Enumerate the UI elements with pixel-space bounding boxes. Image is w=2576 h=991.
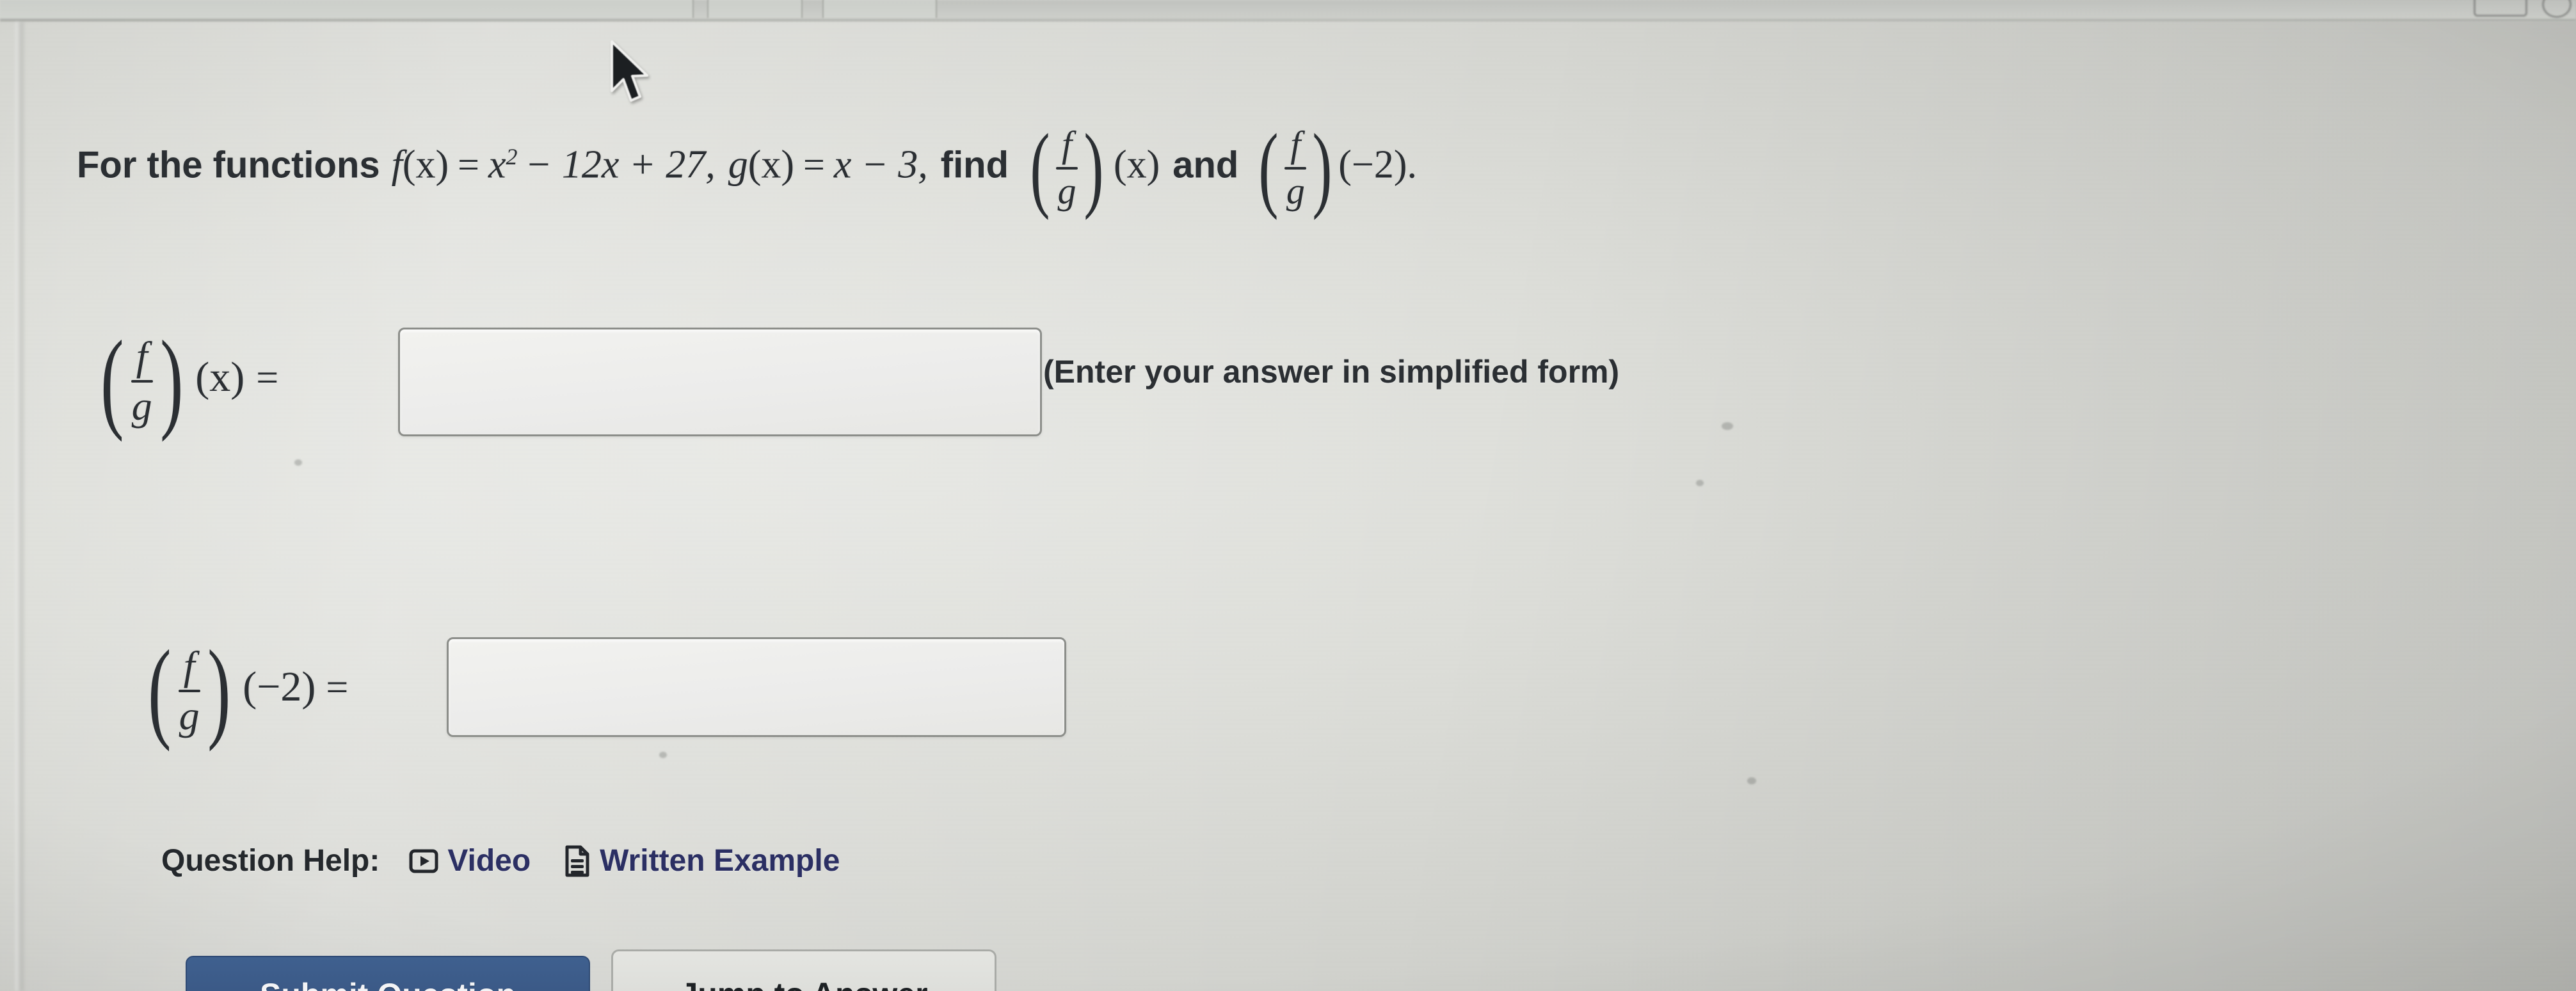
fg-fraction-inline-1: ( f g) <box>1024 115 1110 221</box>
prompt-find-word: find <box>940 144 1009 186</box>
fraction-denominator: g <box>179 692 200 738</box>
open-paren-icon: ( <box>1258 115 1279 221</box>
second-eval-arg: (−2) <box>1338 143 1407 187</box>
equals-sign-f: = <box>458 143 480 186</box>
browser-tab-1[interactable] <box>0 0 694 18</box>
close-paren-icon: ) <box>1312 115 1332 221</box>
written-example-help-link[interactable]: Written Example <box>564 843 840 878</box>
function-f-arg: (x) <box>402 143 449 187</box>
fraction-denominator: g <box>1286 170 1305 212</box>
jump-to-answer-button[interactable]: Jump to Answer <box>611 949 996 991</box>
fg-fraction-inline-2: ( f g) <box>1252 115 1338 221</box>
fraction-denominator: g <box>1057 170 1076 212</box>
screen-dust-speck <box>1722 422 1733 430</box>
written-example-help-label: Written Example <box>600 844 840 878</box>
function-g-arg: (x) <box>748 143 795 187</box>
answer-1-value[interactable] <box>400 329 1040 434</box>
video-help-label: Video <box>447 844 531 878</box>
browser-tab-3[interactable] <box>822 0 937 18</box>
browser-toolbar-chip[interactable] <box>2474 0 2527 17</box>
close-paren-icon: ) <box>207 628 231 752</box>
equals-sign-g: = <box>803 143 825 186</box>
screen-dust-speck <box>1747 777 1756 784</box>
answer-1-input[interactable] <box>398 328 1042 436</box>
fraction-numerator: f <box>136 333 148 379</box>
screen-dust-speck <box>1696 480 1704 486</box>
prompt-intro: For the functions <box>77 144 380 186</box>
screen-dust-speck <box>294 459 302 466</box>
screenshot-root: For the functions f(x) = x2− 12x + 27, g(x) =… <box>0 0 2576 991</box>
function-f-name: f <box>391 143 403 187</box>
video-icon <box>409 847 438 875</box>
browser-tab-2[interactable] <box>707 0 803 18</box>
answer-2-value[interactable] <box>449 639 1064 735</box>
video-help-link[interactable]: Video <box>409 843 531 878</box>
prompt-period: . <box>1407 143 1418 187</box>
f-expression-exponent: 2 <box>506 144 518 170</box>
fraction-numerator: f <box>1290 123 1301 166</box>
question-help-row: Question Help: Video Written Example <box>161 843 873 878</box>
fraction-bar <box>1056 166 1078 170</box>
first-eval-arg: (x) <box>1113 143 1160 187</box>
answer-2-input[interactable] <box>447 637 1066 737</box>
close-paren-icon: ) <box>159 318 184 443</box>
answer-1-hint: (Enter your answer in simplified form) <box>1043 354 1620 390</box>
answer-1-arg: (x) <box>195 353 245 400</box>
close-paren-icon: ) <box>1084 115 1104 221</box>
function-g-name: g <box>728 143 748 187</box>
fraction-bar <box>178 689 200 692</box>
question-help-label: Question Help: <box>161 844 380 878</box>
answer-2-label: (f g) (−2) = <box>141 628 349 752</box>
f-expression-rest: − 12x + 27, <box>525 143 716 187</box>
fraction-denominator: g <box>131 383 152 429</box>
open-paren-icon: ( <box>100 318 124 443</box>
page-left-edge-seam <box>15 22 26 991</box>
fg-fraction-answer-1: ( f g) <box>93 318 190 443</box>
prompt-conjunction: and <box>1172 144 1239 186</box>
answer-1-equals: = <box>256 356 279 400</box>
screen-dust-speck <box>659 752 667 758</box>
jump-to-answer-label: Jump to Answer <box>680 976 927 991</box>
document-icon <box>564 845 591 877</box>
fraction-bar <box>131 379 153 383</box>
answer-1-label: ( f g) (x) = <box>93 318 279 443</box>
open-paren-icon: ( <box>148 628 172 752</box>
answer-2-equals: = <box>326 665 349 710</box>
open-paren-icon: ( <box>1030 115 1050 221</box>
submit-question-label: Submit Question <box>260 976 516 991</box>
question-prompt: For the functions f(x) = x2− 12x + 27, g(x) =… <box>77 115 1418 221</box>
browser-chrome-divider <box>0 19 2576 21</box>
fraction-numerator: f <box>183 642 195 688</box>
fraction-bar <box>1284 166 1307 170</box>
submit-question-button[interactable]: Submit Question <box>186 956 590 991</box>
fg-fraction-answer-2: (f g) <box>141 628 237 752</box>
g-expression: x − 3, <box>833 143 928 187</box>
f-expression-base: x <box>488 143 506 187</box>
fraction-numerator: f <box>1061 123 1073 166</box>
answer-2-arg: (−2) <box>243 663 316 710</box>
